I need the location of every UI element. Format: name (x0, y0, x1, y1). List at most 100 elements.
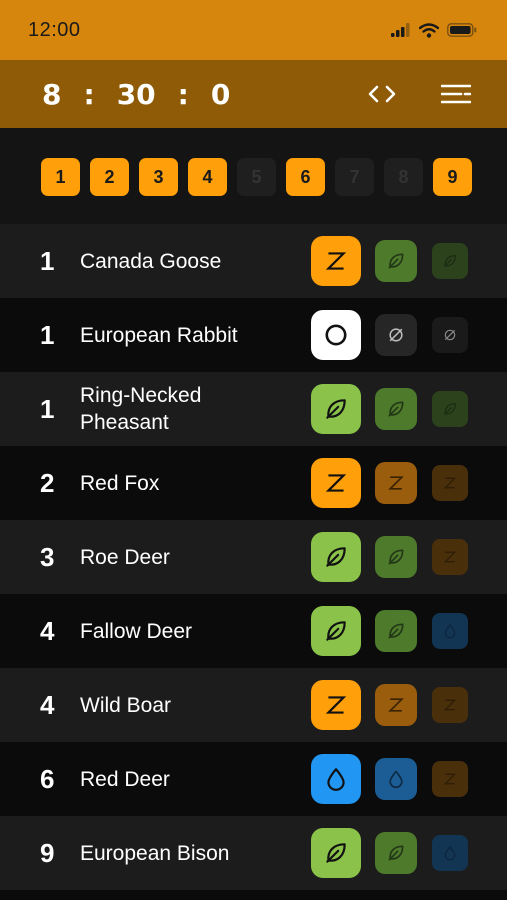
day-chip-4[interactable]: 4 (188, 158, 227, 196)
status-badge-1[interactable] (311, 236, 361, 286)
leaf-icon (386, 547, 406, 567)
sleep-z-icon (386, 473, 406, 493)
status-badge-2[interactable] (375, 388, 417, 430)
sleep-z-icon (442, 549, 458, 565)
animal-row[interactable]: 2 Red Fox (0, 446, 507, 520)
no-symbol-icon (442, 327, 458, 343)
animal-day-number: 6 (40, 763, 55, 794)
status-badge-3[interactable] (432, 761, 468, 797)
animal-list: 1 Canada Goose 1 European Rabbit 1 Ring-Necke… (0, 224, 507, 890)
day-chip-3[interactable]: 3 (139, 158, 178, 196)
status-badge-2[interactable] (375, 462, 417, 504)
list-bottom (0, 890, 507, 900)
filter-menu-button[interactable] (441, 83, 471, 105)
filter-lines-icon (441, 83, 471, 105)
status-badge-3[interactable] (432, 539, 468, 575)
animal-row[interactable]: 1 European Rabbit (0, 298, 507, 372)
sleep-z-icon (323, 470, 349, 496)
signal-icon (391, 23, 411, 37)
leaf-icon (442, 401, 458, 417)
leaf-icon (386, 621, 406, 641)
animal-day-number: 2 (40, 467, 55, 498)
animal-row[interactable]: 6 Red Deer (0, 742, 507, 816)
status-badge-3[interactable] (432, 243, 468, 279)
status-bar: 12:00 (0, 0, 507, 60)
day-selector: 123456789 (0, 158, 507, 196)
day-chip-9[interactable]: 9 (433, 158, 472, 196)
code-toggle-button[interactable] (367, 84, 397, 104)
animal-name: European Bison (80, 841, 230, 865)
sleep-z-icon (323, 692, 349, 718)
status-badge-1[interactable] (311, 680, 361, 730)
water-drop-icon (442, 845, 458, 861)
battery-icon (447, 23, 477, 37)
animal-row[interactable]: 3 Roe Deer (0, 520, 507, 594)
status-badge-3[interactable] (432, 613, 468, 649)
timer-display[interactable]: 8 : 30 : 0 (42, 78, 230, 111)
sleep-z-icon (386, 695, 406, 715)
sleep-z-icon (323, 248, 349, 274)
wifi-icon (419, 22, 439, 38)
animal-name: Red Fox (80, 471, 160, 495)
day-chip-8[interactable]: 8 (384, 158, 423, 196)
animal-day-number: 9 (40, 837, 55, 868)
leaf-icon (386, 399, 406, 419)
day-chip-1[interactable]: 1 (41, 158, 80, 196)
leaf-icon (386, 251, 406, 271)
day-chip-7[interactable]: 7 (335, 158, 374, 196)
status-badge-2[interactable] (375, 240, 417, 282)
no-symbol-icon (386, 325, 406, 345)
sleep-z-icon (442, 697, 458, 713)
code-brackets-icon (367, 84, 397, 104)
status-badge-1[interactable] (311, 828, 361, 878)
timer-separator: : (177, 77, 189, 111)
sleep-z-icon (442, 475, 458, 491)
toolbar: 8 : 30 : 0 (0, 60, 507, 128)
status-badge-1[interactable] (311, 606, 361, 656)
status-badge-2[interactable] (375, 684, 417, 726)
day-chip-2[interactable]: 2 (90, 158, 129, 196)
animal-row[interactable]: 9 European Bison (0, 816, 507, 890)
status-badge-2[interactable] (375, 832, 417, 874)
animal-day-number: 3 (40, 541, 55, 572)
status-badge-2[interactable] (375, 314, 417, 356)
animal-name: European Rabbit (80, 323, 238, 347)
status-badge-2[interactable] (375, 610, 417, 652)
status-badge-1[interactable] (311, 532, 361, 582)
sleep-z-icon (442, 771, 458, 787)
status-badge-1[interactable] (311, 384, 361, 434)
status-badge-2[interactable] (375, 536, 417, 578)
leaf-icon (386, 843, 406, 863)
day-chip-6[interactable]: 6 (286, 158, 325, 196)
leaf-icon (323, 396, 349, 422)
animal-row[interactable]: 4 Wild Boar (0, 668, 507, 742)
timer-hours: 8 (42, 77, 62, 111)
animal-name: Canada Goose (80, 249, 222, 273)
status-badge-3[interactable] (432, 835, 468, 871)
animal-row[interactable]: 1 Canada Goose (0, 224, 507, 298)
status-badge-2[interactable] (375, 758, 417, 800)
water-drop-icon (323, 766, 349, 792)
timer-seconds: 0 (210, 77, 231, 111)
animal-row[interactable]: 4 Fallow Deer (0, 594, 507, 668)
water-drop-icon (386, 769, 406, 789)
animal-name: Wild Boar (80, 693, 172, 717)
water-drop-icon (442, 623, 458, 639)
leaf-icon (323, 544, 349, 570)
status-badge-3[interactable] (432, 687, 468, 723)
status-badge-3[interactable] (432, 465, 468, 501)
leaf-icon (323, 618, 349, 644)
status-badge-3[interactable] (432, 317, 468, 353)
animal-name: Ring-Necked Pheasant (80, 384, 202, 434)
status-badge-3[interactable] (432, 391, 468, 427)
status-badge-1[interactable] (311, 458, 361, 508)
animal-row[interactable]: 1 Ring-Necked Pheasant (0, 372, 507, 446)
animal-name: Roe Deer (80, 545, 170, 569)
day-chip-5[interactable]: 5 (237, 158, 276, 196)
status-badge-1[interactable] (311, 754, 361, 804)
animal-day-number: 1 (40, 393, 55, 424)
timer-minutes: 30 (116, 77, 156, 111)
status-badge-1[interactable] (311, 310, 361, 360)
timer-separator: : (83, 77, 95, 111)
circle-icon (323, 322, 349, 348)
